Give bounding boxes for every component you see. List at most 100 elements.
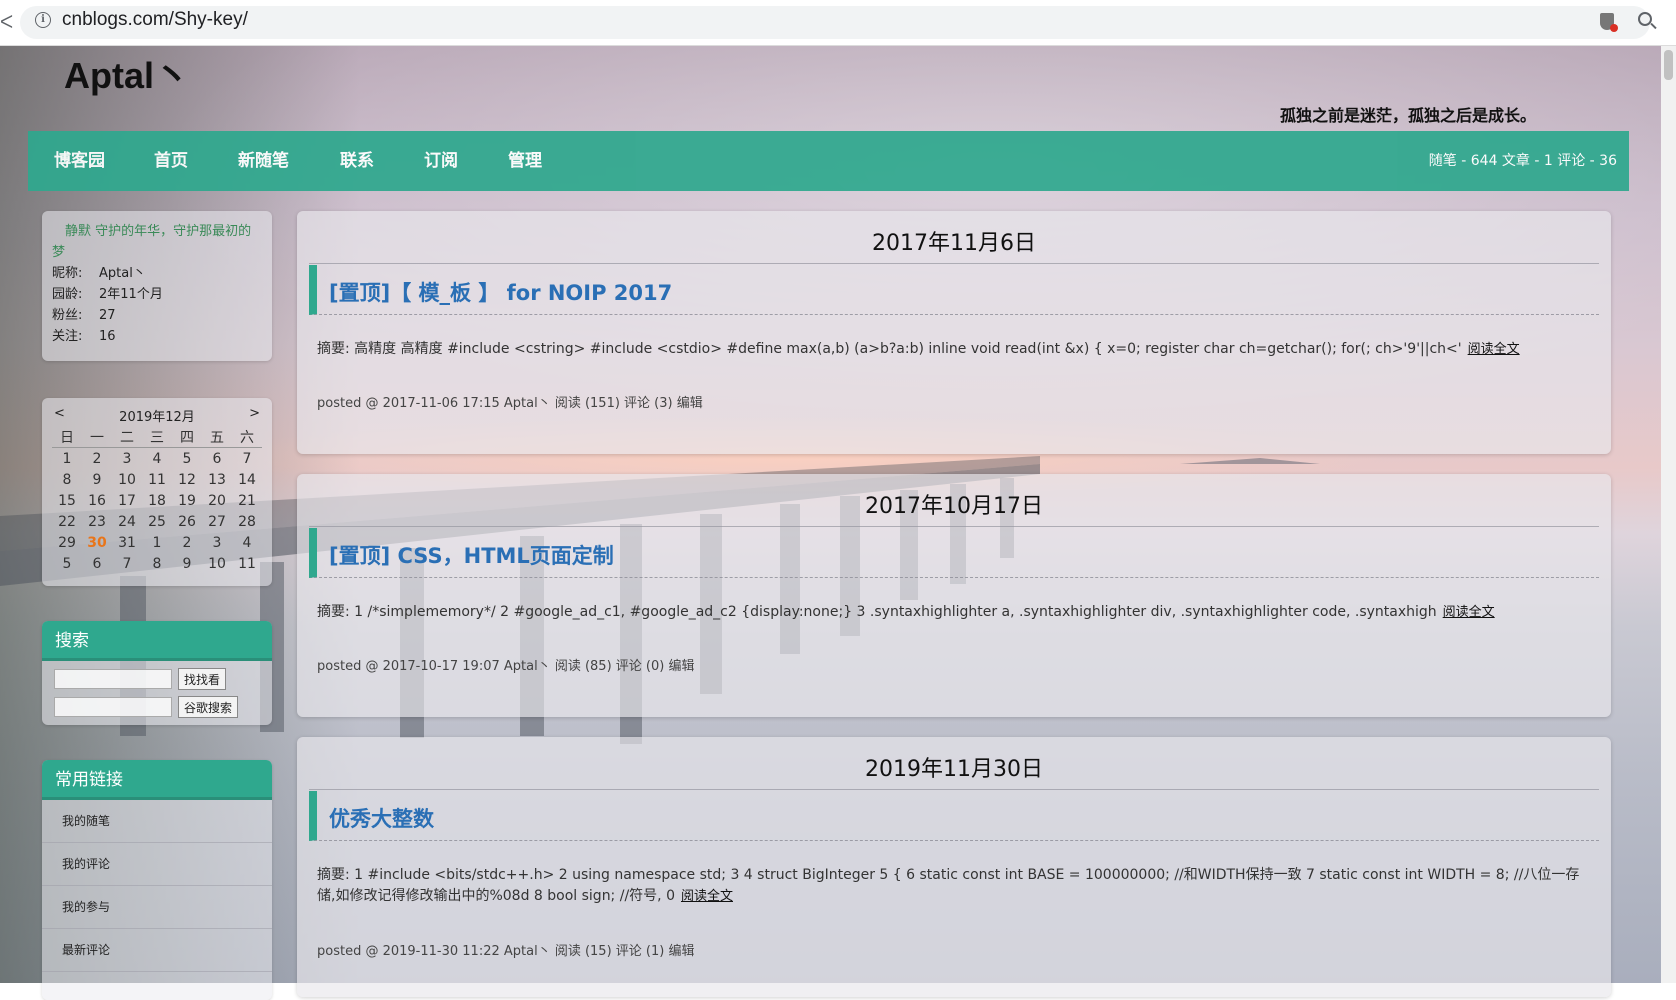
post-title-link[interactable]: [置顶] CSS，HTML页面定制 <box>329 540 614 570</box>
calendar-week-row: 8 9 10 11 12 13 14 <box>52 469 262 490</box>
post-summary: 摘要: 1 /*simplememory*/ 2 #google_ad_c1, … <box>317 602 1593 623</box>
post-meta[interactable]: posted @ 2019-11-30 11:22 Aptal丶 阅读 (15)… <box>317 940 694 959</box>
calendar-day[interactable]: 8 <box>142 553 172 574</box>
calendar-day[interactable]: 19 <box>172 490 202 511</box>
calendar-day-today[interactable]: 30 <box>82 532 112 553</box>
calendar-day[interactable]: 7 <box>232 448 262 470</box>
profile-motto: 静默 守护的年华，守护那最初的梦 <box>52 224 252 260</box>
url-text[interactable]: cnblogs.com/Shy-key/ <box>62 9 248 31</box>
calendar-day[interactable]: 4 <box>232 532 262 553</box>
common-links-heading: 常用链接 <box>42 760 272 800</box>
post-date: 2017年10月17日 <box>865 494 1043 519</box>
calendar-week-row: 15 16 17 18 19 20 21 <box>52 490 262 511</box>
calendar-day[interactable]: 15 <box>52 490 82 511</box>
read-more-link[interactable]: 阅读全文 <box>1443 605 1495 620</box>
post-title-link[interactable]: 优秀大整数 <box>329 803 434 833</box>
calendar-day[interactable]: 18 <box>142 490 172 511</box>
search-input[interactable] <box>54 669 172 689</box>
link-my-comments[interactable]: 我的评论 <box>42 843 272 886</box>
calendar-day[interactable]: 9 <box>172 553 202 574</box>
calendar-day[interactable]: 29 <box>52 532 82 553</box>
link-latest-comments[interactable]: 最新评论 <box>42 929 272 972</box>
calendar-day[interactable]: 2 <box>172 532 202 553</box>
post-meta[interactable]: posted @ 2017-10-17 19:07 Aptal丶 阅读 (85)… <box>317 655 694 674</box>
post-title-link[interactable]: [置顶]【 模_板 】 for NOIP 2017 <box>329 277 672 307</box>
search-widget: 搜索 找找看 谷歌搜索 <box>42 621 272 725</box>
back-arrow-icon[interactable]: ᐸ <box>0 12 13 33</box>
calendar-day[interactable]: 14 <box>232 469 262 490</box>
calendar-day[interactable]: 9 <box>82 469 112 490</box>
calendar-day[interactable]: 11 <box>142 469 172 490</box>
calendar-weekday: 二 <box>112 426 142 448</box>
calendar-day[interactable]: 22 <box>52 511 82 532</box>
common-links-widget: 常用链接 我的随笔 我的评论 我的参与 最新评论 <box>42 760 272 1000</box>
calendar-day[interactable]: 7 <box>112 553 142 574</box>
calendar-day[interactable]: 24 <box>112 511 142 532</box>
site-info-icon[interactable]: i <box>35 12 51 28</box>
calendar-day[interactable]: 5 <box>172 448 202 470</box>
calendar-day[interactable]: 20 <box>202 490 232 511</box>
calendar-day[interactable]: 16 <box>82 490 112 511</box>
navigation-bar: 博客园 首页 新随笔 联系 订阅 管理 随笔 - 644 文章 - 1 评论 -… <box>28 131 1629 191</box>
profile-age[interactable]: 2年11个月 <box>99 287 163 302</box>
calendar-day[interactable]: 13 <box>202 469 232 490</box>
calendar-day[interactable]: 27 <box>202 511 232 532</box>
calendar-day[interactable]: 31 <box>112 532 142 553</box>
post-card: 2017年11月6日 [置顶]【 模_板 】 for NOIP 2017 摘要:… <box>297 211 1611 454</box>
post-summary-text: 摘要: 高精度 高精度 #include <cstring> #include … <box>317 341 1462 357</box>
nav-manage[interactable]: 管理 <box>508 131 542 191</box>
calendar-week-row: 5 6 7 8 9 10 11 <box>52 553 262 574</box>
calendar-day[interactable]: 26 <box>172 511 202 532</box>
calendar-day[interactable]: 28 <box>232 511 262 532</box>
calendar-day[interactable]: 6 <box>82 553 112 574</box>
post-summary: 摘要: 1 #include <bits/stdc++.h> 2 using n… <box>317 865 1593 907</box>
calendar-day[interactable]: 1 <box>52 448 82 470</box>
page-scrollbar[interactable] <box>1661 46 1676 983</box>
calendar-day[interactable]: 10 <box>202 553 232 574</box>
calendar-day[interactable]: 6 <box>202 448 232 470</box>
calendar-next-button[interactable]: > <box>249 406 260 421</box>
google-search-button[interactable]: 谷歌搜索 <box>178 696 239 718</box>
calendar-week-row: 29 30 31 1 2 3 4 <box>52 532 262 553</box>
calendar-day[interactable]: 8 <box>52 469 82 490</box>
profile-nickname[interactable]: Aptal丶 <box>99 266 146 281</box>
address-bar[interactable] <box>20 6 1650 39</box>
post-summary-text: 摘要: 1 /*simplememory*/ 2 #google_ad_c1, … <box>317 604 1437 620</box>
calendar-grid: 日一二三四五六 1 2 3 4 5 6 7 8 9 10 11 12 13 14 15 16 17 18 19 20 2… <box>52 426 262 574</box>
calendar-day[interactable]: 5 <box>52 553 82 574</box>
blog-title[interactable]: Aptal丶 <box>64 47 190 99</box>
calendar-day[interactable]: 10 <box>112 469 142 490</box>
calendar-day[interactable]: 4 <box>142 448 172 470</box>
calendar-day[interactable]: 11 <box>232 553 262 574</box>
profile-followers-row: 粉丝: 27 <box>52 305 262 326</box>
link-my-participation[interactable]: 我的参与 <box>42 886 272 929</box>
zoom-icon[interactable] <box>1638 12 1652 26</box>
calendar-day[interactable]: 1 <box>142 532 172 553</box>
calendar-day[interactable]: 2 <box>82 448 112 470</box>
calendar-day[interactable]: 3 <box>112 448 142 470</box>
nav-cnblogs[interactable]: 博客园 <box>54 131 105 191</box>
nav-home[interactable]: 首页 <box>154 131 188 191</box>
calendar-widget: < 2019年12月 > 日一二三四五六 1 2 3 4 5 6 7 8 9 10 11 12 13 14… <box>42 398 272 586</box>
scrollbar-thumb[interactable] <box>1664 50 1673 80</box>
calendar-day[interactable]: 21 <box>232 490 262 511</box>
nav-subscribe[interactable]: 订阅 <box>424 131 458 191</box>
google-search-input[interactable] <box>54 697 172 717</box>
nav-contact[interactable]: 联系 <box>340 131 374 191</box>
calendar-day[interactable]: 3 <box>202 532 232 553</box>
link-my-posts[interactable]: 我的随笔 <box>42 800 272 843</box>
post-meta[interactable]: posted @ 2017-11-06 17:15 Aptal丶 阅读 (151… <box>317 392 703 411</box>
profile-following[interactable]: 16 <box>99 329 116 344</box>
calendar-day[interactable]: 23 <box>82 511 112 532</box>
profile-panel: 静默 守护的年华，守护那最初的梦 昵称: Aptal丶 园龄: 2年11个月 粉丝:… <box>42 211 272 361</box>
calendar-day[interactable]: 12 <box>172 469 202 490</box>
search-button[interactable]: 找找看 <box>178 668 227 690</box>
read-more-link[interactable]: 阅读全文 <box>1468 342 1520 357</box>
read-more-link[interactable]: 阅读全文 <box>681 889 733 904</box>
profile-followers[interactable]: 27 <box>99 308 116 323</box>
calendar-day[interactable]: 25 <box>142 511 172 532</box>
calendar-day[interactable]: 17 <box>112 490 142 511</box>
nav-new-post[interactable]: 新随笔 <box>238 131 289 191</box>
ad-blocker-icon[interactable] <box>1600 13 1618 32</box>
calendar-weekday: 日 <box>52 426 82 448</box>
